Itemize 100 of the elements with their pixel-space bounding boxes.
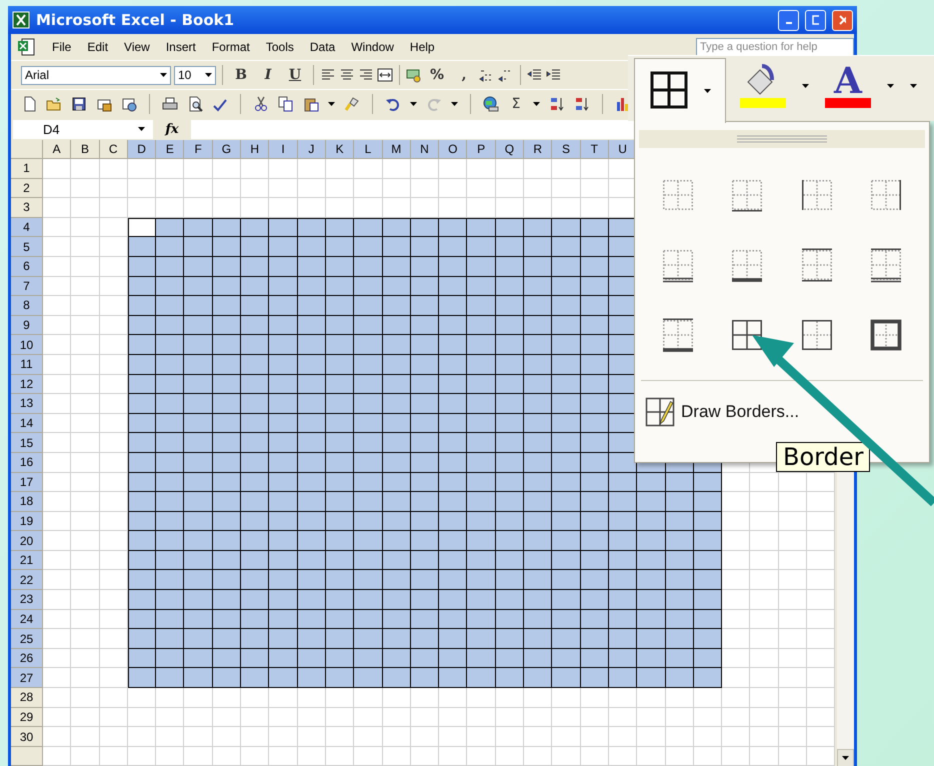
row-header[interactable]: 7	[11, 276, 43, 296]
italic-button[interactable]: I	[256, 64, 280, 86]
column-header[interactable]: H	[241, 140, 270, 159]
name-box[interactable]: D4	[13, 120, 153, 138]
column-header[interactable]: B	[71, 140, 100, 159]
caret-icon[interactable]	[533, 102, 540, 106]
caret-icon[interactable]	[887, 84, 894, 88]
caret-icon[interactable]	[328, 102, 335, 106]
insert-function-label[interactable]: fx	[157, 122, 187, 136]
border-thick-outside-icon[interactable]	[868, 317, 904, 353]
pencil-grid-icon[interactable]	[645, 397, 675, 427]
row-header[interactable]: 25	[11, 629, 43, 649]
caret-icon[interactable]	[802, 84, 809, 88]
row-header[interactable]: 9	[11, 316, 43, 336]
maximize-icon[interactable]	[812, 15, 819, 25]
drag-handle[interactable]	[639, 130, 925, 148]
caret-icon[interactable]	[138, 127, 145, 131]
sort-desc-icon[interactable]	[574, 96, 590, 112]
row-header[interactable]: 26	[11, 648, 43, 668]
row-header[interactable]: 17	[11, 472, 43, 492]
column-header[interactable]: C	[100, 140, 128, 159]
row-header[interactable]: 1	[11, 159, 43, 179]
caret-icon[interactable]	[451, 102, 458, 106]
email-icon[interactable]	[121, 96, 137, 112]
scroll-down-button[interactable]	[837, 749, 854, 766]
row-header[interactable]: 14	[11, 414, 43, 434]
column-header[interactable]: N	[410, 140, 440, 159]
column-header[interactable]: I	[269, 140, 298, 159]
help-question-field[interactable]: Type a question for help	[696, 38, 854, 56]
hyperlink-icon[interactable]	[483, 96, 499, 112]
row-header[interactable]: 22	[11, 570, 43, 590]
row-header[interactable]: 30	[11, 727, 43, 747]
menu-item[interactable]: Insert	[158, 38, 203, 56]
column-header[interactable]: M	[382, 140, 411, 159]
column-header[interactable]: E	[156, 140, 184, 159]
minimize-button[interactable]	[778, 10, 799, 30]
paste-icon[interactable]	[303, 96, 319, 112]
menu-item[interactable]: Format	[204, 38, 257, 56]
font-size-dropdown[interactable]: 10	[174, 66, 216, 84]
menu-item[interactable]: Window	[344, 38, 401, 56]
row-header[interactable]: 5	[11, 237, 43, 257]
caret-icon[interactable]	[160, 73, 167, 77]
column-header[interactable]: J	[298, 140, 326, 159]
row-header[interactable]: 28	[11, 688, 43, 708]
menu-item[interactable]: Data	[302, 38, 342, 56]
close-icon[interactable]	[839, 15, 846, 25]
menu-item[interactable]: View	[117, 38, 157, 56]
currency-icon[interactable]	[406, 67, 422, 83]
column-header[interactable]: S	[552, 140, 581, 159]
font-name-dropdown[interactable]: Arial	[21, 66, 171, 84]
row-header[interactable]: 3	[11, 198, 43, 218]
borders-button[interactable]	[634, 58, 726, 123]
row-header[interactable]: 29	[11, 708, 43, 728]
row-header[interactable]: 19	[11, 512, 43, 532]
caret-icon[interactable]	[205, 73, 212, 77]
maximize-button[interactable]	[805, 10, 826, 30]
print-icon[interactable]	[162, 96, 178, 112]
painter-icon[interactable]	[344, 96, 360, 112]
bold-button[interactable]: B	[229, 64, 253, 86]
menu-item[interactable]: File	[45, 38, 78, 56]
row-header[interactable]: 6	[11, 256, 43, 277]
row-header[interactable]: 15	[11, 433, 43, 453]
row-header[interactable]: 10	[11, 335, 43, 355]
column-header[interactable]: L	[354, 140, 383, 159]
sort-asc-icon[interactable]	[549, 96, 565, 112]
row-header[interactable]: 11	[11, 354, 43, 375]
menu-item[interactable]: Edit	[80, 38, 116, 56]
row-header[interactable]: 13	[11, 394, 43, 414]
merge-icon[interactable]	[377, 67, 393, 83]
caret-icon[interactable]	[410, 102, 417, 106]
comma-style-button[interactable]: ,	[452, 64, 476, 86]
row-header[interactable]: 2	[11, 178, 43, 198]
column-header[interactable]: Q	[496, 140, 524, 159]
row-header[interactable]: 12	[11, 374, 43, 394]
menu-item[interactable]: Tools	[258, 38, 301, 56]
workbook-icon[interactable]	[17, 38, 37, 56]
close-button[interactable]	[832, 10, 853, 30]
column-header[interactable]: T	[580, 140, 609, 159]
row-header[interactable]: 16	[11, 452, 43, 472]
undo-icon[interactable]	[385, 96, 401, 112]
menu-item[interactable]: Help	[402, 38, 442, 56]
font-color-button[interactable]: A	[825, 64, 871, 108]
draw-borders-item[interactable]: Draw Borders...	[645, 397, 929, 427]
fill-color-button[interactable]	[740, 64, 786, 108]
column-header[interactable]: O	[439, 140, 468, 159]
column-header[interactable]: P	[467, 140, 496, 159]
row-header[interactable]: 27	[11, 668, 43, 688]
row-header[interactable]: 24	[11, 610, 43, 630]
chart-icon[interactable]	[615, 96, 631, 112]
column-header[interactable]: R	[524, 140, 552, 159]
grid-icon[interactable]	[650, 71, 690, 111]
row-header[interactable]: 20	[11, 531, 43, 551]
caret-icon[interactable]	[910, 84, 917, 88]
caret-icon[interactable]	[704, 89, 710, 93]
column-header[interactable]: K	[326, 140, 354, 159]
down-arrow-icon[interactable]	[842, 756, 849, 760]
column-header[interactable]: D	[128, 140, 156, 159]
save-icon[interactable]	[71, 96, 87, 112]
column-header[interactable]: A	[43, 140, 72, 159]
cut-icon[interactable]	[253, 96, 269, 112]
